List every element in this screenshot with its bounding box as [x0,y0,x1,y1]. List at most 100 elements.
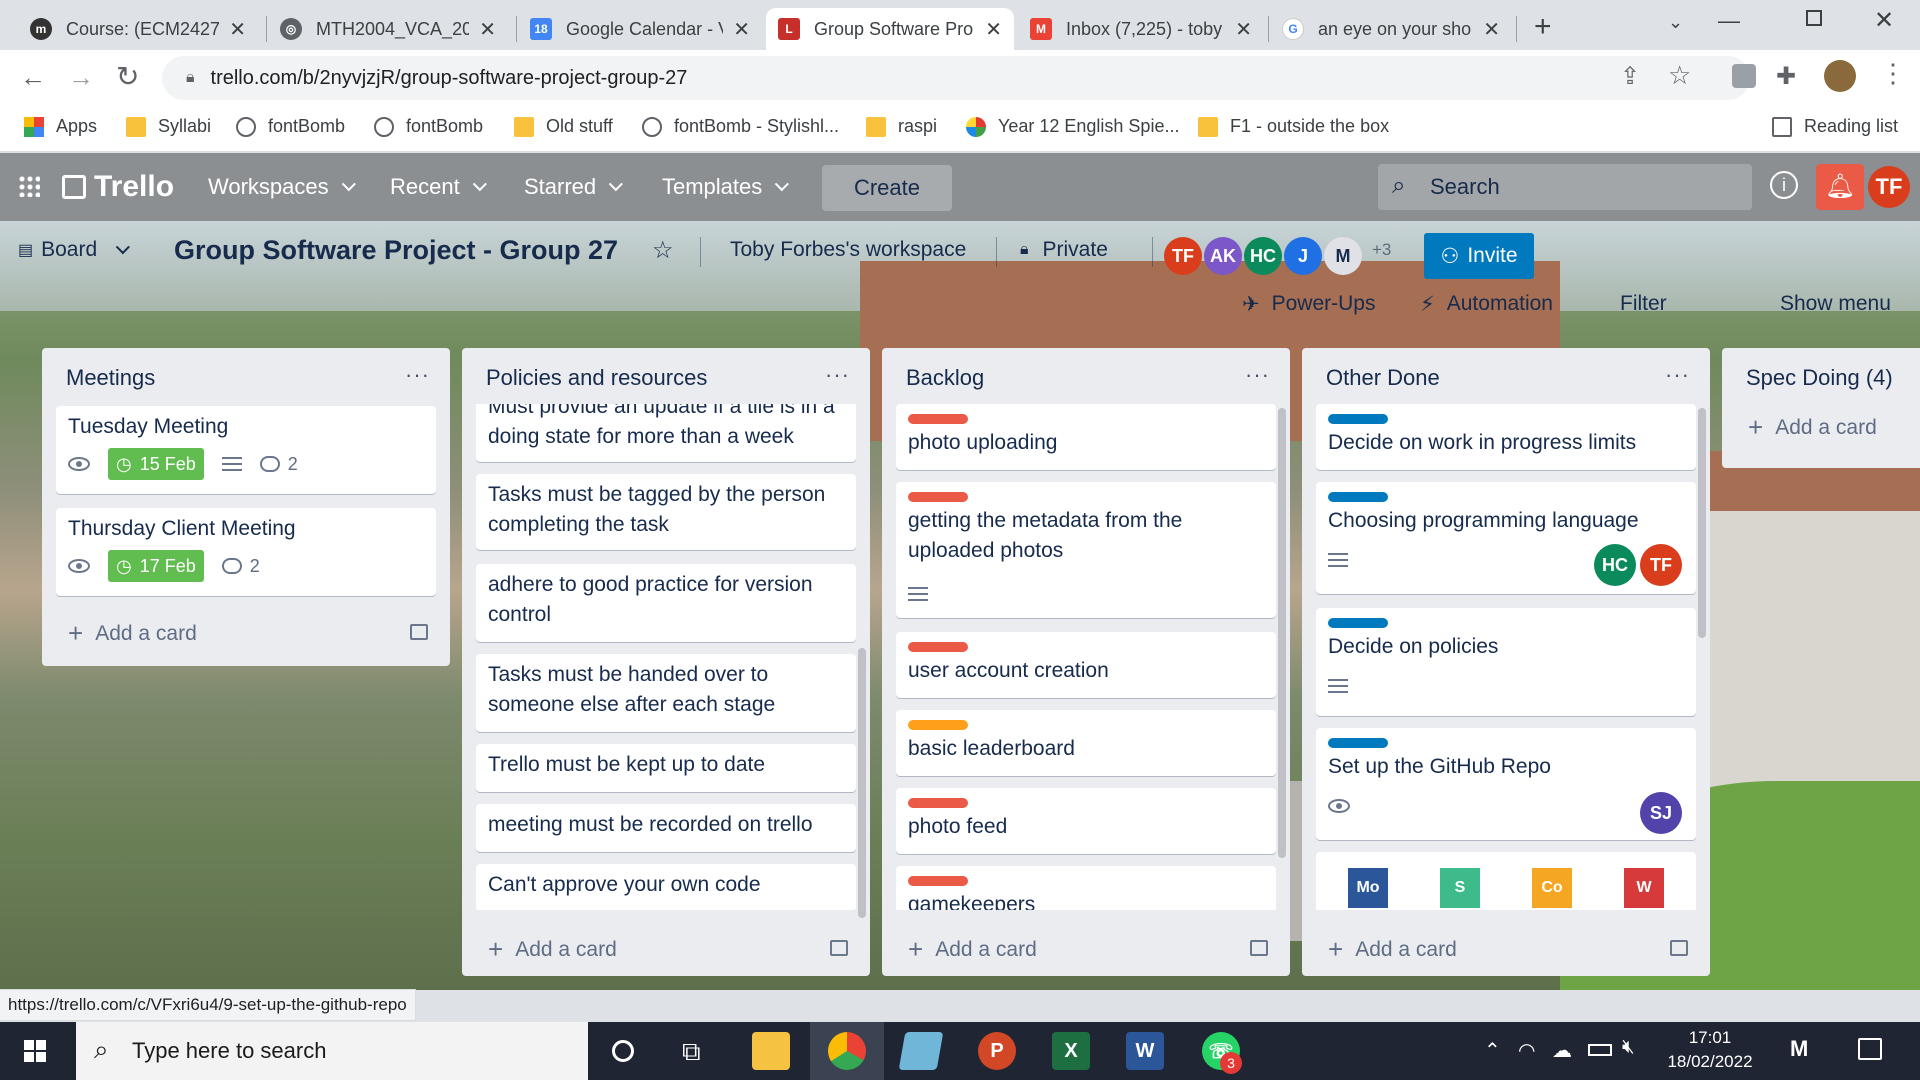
notepad-icon[interactable] [898,1032,944,1070]
card[interactable]: Choosing programming language HC TF [1316,482,1696,594]
card-label[interactable] [1328,414,1388,424]
card[interactable]: Can't approve your own code [476,864,856,910]
card[interactable]: photo uploading [896,404,1276,470]
close-icon[interactable]: ✕ [985,17,1002,42]
card-label[interactable] [908,492,968,502]
back-icon[interactable]: ← [20,62,46,93]
card-template-icon[interactable] [830,940,848,956]
nav-templates[interactable]: Templates [662,169,790,205]
app-switcher-icon[interactable] [18,175,40,197]
info-icon[interactable]: i [1770,171,1798,199]
list-cards-scroll[interactable]: Must provide an update if a tile is in a… [462,404,870,910]
browser-tab[interactable]: G an eye on your sho ✕ [1270,8,1512,50]
member-avatar[interactable]: SJ [1640,792,1682,834]
list-menu-icon[interactable]: ··· [405,362,430,388]
card[interactable]: Decide on policies [1316,608,1696,716]
list-menu-icon[interactable]: ··· [825,362,850,388]
bookmark-link[interactable]: fontBomb [236,116,345,137]
address-bar[interactable]: 🔒︎ trello.com/b/2nyvjzjR/group-software-… [162,56,1750,100]
bookmark-apps[interactable]: Apps [24,116,97,137]
battery-icon[interactable] [1588,1044,1612,1056]
card-label[interactable] [1328,618,1388,628]
volume-muted-icon[interactable]: 🔇︎ [1622,1036,1635,1059]
list-scrollbar[interactable] [858,648,866,918]
trello-logo[interactable]: Trello [62,169,174,205]
add-card-button[interactable]: + Add a card [488,934,617,965]
card-cover-image[interactable]: Mo S Co W [1316,852,1696,910]
close-icon[interactable]: ✕ [1483,17,1500,42]
close-icon[interactable]: ✕ [1235,17,1252,42]
card[interactable]: Thursday Client Meeting ◷ 17 Feb 2 [56,508,436,596]
member-avatar[interactable]: J [1284,237,1322,275]
browser-tab[interactable]: m Course: (ECM2427) ✕ [18,8,258,50]
filter-button[interactable]: Filter [1620,283,1667,325]
list-title[interactable]: Spec Doing (4) [1746,365,1893,391]
card[interactable]: Tasks must be handed over to someone els… [476,654,856,732]
card[interactable]: adhere to good practice for version cont… [476,564,856,642]
bookmark-star-icon[interactable]: ☆ [1668,60,1691,91]
windows-start-icon[interactable] [24,1040,46,1062]
list-title[interactable]: Other Done [1326,365,1440,391]
add-card-button[interactable]: + Add a card [68,618,197,649]
card-template-icon[interactable] [1250,940,1268,956]
card[interactable]: Decide on work in progress limits [1316,404,1696,470]
card-template-icon[interactable] [410,624,428,640]
member-avatar[interactable]: M [1324,237,1362,275]
card-label[interactable] [908,720,968,730]
list-cards-scroll[interactable]: Decide on work in progress limits Choosi… [1302,404,1710,910]
card[interactable]: basic leaderboard [896,710,1276,776]
card-template-icon[interactable] [1670,940,1688,956]
excel-icon[interactable]: X [1052,1032,1090,1070]
word-icon[interactable]: W [1126,1032,1164,1070]
list-title[interactable]: Meetings [66,365,155,391]
browser-tab-active[interactable]: L Group Software Pro ✕ [766,8,1014,50]
card-label[interactable] [908,876,968,886]
bookmark-link[interactable]: fontBomb [374,116,483,137]
list-title[interactable]: Backlog [906,365,984,391]
close-icon[interactable]: ✕ [733,17,750,42]
forward-icon[interactable]: → [68,62,94,93]
member-avatar[interactable]: HC [1594,544,1636,586]
member-avatar[interactable]: TF [1164,237,1202,275]
invite-button[interactable]: ⚇ Invite [1424,233,1534,279]
reading-list-button[interactable]: Reading list [1772,116,1898,137]
reload-icon[interactable]: ↻ [116,60,139,93]
card-label[interactable] [1328,738,1388,748]
file-explorer-icon[interactable] [752,1032,790,1070]
add-card-button[interactable]: + Add a card [1748,412,1877,443]
show-menu-button[interactable]: Show menu [1780,283,1891,325]
list-cards-scroll[interactable]: photo uploading getting the metadata fro… [882,404,1290,910]
card-label[interactable] [908,642,968,652]
due-date-badge[interactable]: ◷ 15 Feb [108,448,204,480]
taskbar-search-input[interactable]: ⌕ Type here to search [76,1022,588,1080]
card[interactable]: Tuesday Meeting ◷ 15 Feb 2 [56,406,436,494]
bookmark-folder[interactable]: raspi [866,116,937,137]
card[interactable]: getting the metadata from the uploaded p… [896,482,1276,618]
user-avatar[interactable]: TF [1868,166,1910,208]
card[interactable]: gamekeepers [896,866,1276,910]
close-icon[interactable]: ✕ [229,17,246,42]
chevron-up-icon[interactable]: ⌃ [1484,1038,1501,1063]
nav-recent[interactable]: Recent [390,169,487,205]
list-menu-icon[interactable]: ··· [1245,362,1270,388]
member-avatar[interactable]: HC [1244,237,1282,275]
menu-dots-icon[interactable]: ⋮ [1880,58,1906,89]
bookmark-link[interactable]: fontBomb - Stylishl... [642,116,839,137]
profile-avatar[interactable] [1824,60,1856,92]
new-tab-icon[interactable]: + [1534,10,1552,44]
chrome-icon[interactable] [828,1032,866,1070]
list-scrollbar[interactable] [1698,408,1706,638]
minimize-icon[interactable]: — [1718,8,1740,34]
card-label[interactable] [908,798,968,808]
nav-workspaces[interactable]: Workspaces [208,169,356,205]
window-close-icon[interactable]: ✕ [1874,6,1894,35]
card[interactable]: Tasks must be tagged by the person compl… [476,474,856,550]
nav-starred[interactable]: Starred [524,169,624,205]
card-label[interactable] [908,414,968,424]
list-scrollbar[interactable] [1278,408,1286,858]
clock-time[interactable]: 17:01 [1660,1028,1760,1048]
card[interactable]: user account creation [896,632,1276,698]
card-label[interactable] [1328,492,1388,502]
star-board-icon[interactable]: ☆ [652,229,674,271]
tab-search-icon[interactable]: ⌄ [1668,12,1683,33]
